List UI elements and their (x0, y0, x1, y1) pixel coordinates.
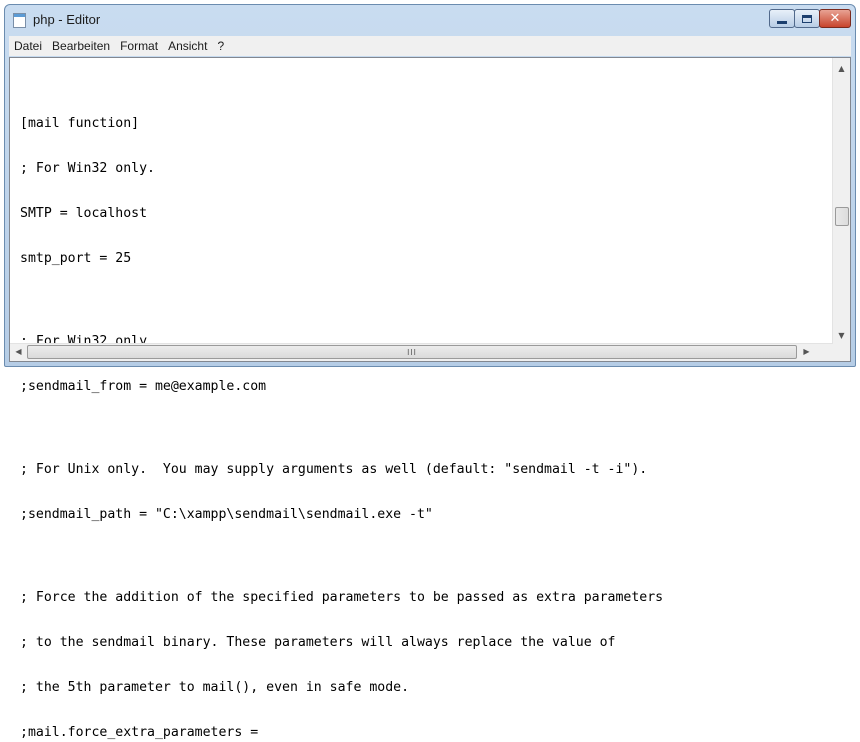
maximize-icon (802, 14, 812, 23)
close-button[interactable]: ✕ (819, 9, 851, 28)
text-line: ; For Unix only. You may supply argument… (20, 462, 648, 477)
minimize-button[interactable] (769, 9, 795, 28)
text-line: ;sendmail_from = me@example.com (20, 379, 267, 394)
horizontal-scroll-thumb[interactable]: III (27, 345, 797, 359)
title-bar[interactable]: php - Editor ✕ (5, 5, 855, 35)
minimize-icon (777, 20, 787, 24)
thumb-grip-icon: III (407, 347, 417, 357)
close-icon: ✕ (829, 11, 841, 26)
horizontal-scrollbar[interactable]: ◀ III ▶ (10, 343, 833, 361)
text-line: ;sendmail_path = "C:\xampp\sendmail\send… (20, 507, 433, 522)
vertical-scrollbar[interactable]: ▲ ▼ (832, 58, 850, 344)
scroll-up-icon[interactable]: ▲ (833, 64, 850, 73)
editor-window: php - Editor ✕ Datei Bearbeiten Format A… (4, 4, 856, 740)
menu-datei[interactable]: Datei (9, 39, 47, 53)
text-line: ;mail.force_extra_parameters = (20, 725, 259, 740)
menu-ansicht[interactable]: Ansicht (163, 39, 212, 53)
scroll-right-icon[interactable]: ▶ (798, 347, 815, 356)
text-line: ; Force the addition of the specified pa… (20, 590, 664, 605)
scroll-down-icon[interactable]: ▼ (833, 331, 850, 340)
text-line: smtp_port = 25 (20, 251, 132, 266)
scroll-left-icon[interactable]: ◀ (10, 347, 27, 356)
vertical-scroll-thumb[interactable] (835, 207, 849, 226)
text-line: [mail function] (20, 116, 140, 131)
text-area[interactable]: [mail function] ; For Win32 only. SMTP =… (9, 57, 851, 740)
text-line: ; For Win32 only. (20, 161, 155, 176)
menu-bar: Datei Bearbeiten Format Ansicht ? (9, 36, 851, 56)
maximize-button[interactable] (794, 9, 820, 28)
text-line: ; to the sendmail binary. These paramete… (20, 635, 616, 650)
notepad-icon (13, 13, 26, 28)
window-title: php - Editor (33, 12, 101, 27)
menu-format[interactable]: Format (115, 39, 163, 53)
menu-help[interactable]: ? (212, 39, 229, 53)
menu-bearbeiten[interactable]: Bearbeiten (47, 39, 115, 53)
text-content[interactable]: [mail function] ; For Win32 only. SMTP =… (20, 86, 830, 742)
text-line: ; the 5th parameter to mail(), even in s… (20, 680, 410, 695)
text-line: SMTP = localhost (20, 206, 148, 221)
resize-grip-icon[interactable] (833, 344, 850, 361)
